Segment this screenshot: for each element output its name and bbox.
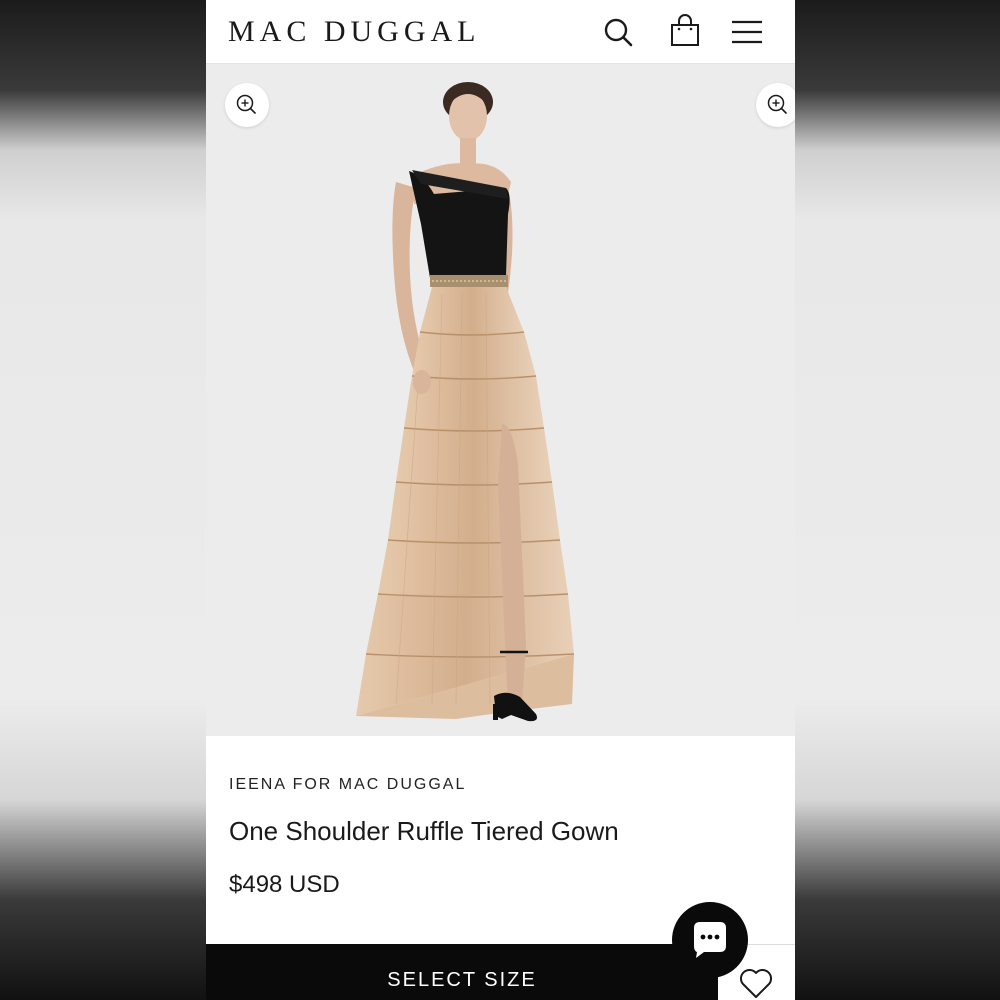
chat-bubble-icon: [694, 922, 726, 958]
shopping-bag-icon[interactable]: [665, 12, 705, 52]
product-page: MAC DUGGAL IEENA FOR MAC DUGGAL One Shou…: [206, 0, 795, 1000]
search-icon[interactable]: [598, 12, 638, 52]
product-image-gallery[interactable]: [206, 64, 795, 736]
brand-logo[interactable]: MAC DUGGAL: [228, 15, 481, 49]
product-brand: IEENA FOR MAC DUGGAL: [229, 776, 467, 793]
zoom-in-icon[interactable]: [225, 83, 269, 127]
product-price: $498 USD: [229, 871, 340, 898]
select-size-button[interactable]: SELECT SIZE: [206, 944, 718, 1000]
zoom-in-icon[interactable]: [756, 83, 795, 127]
product-title: One Shoulder Ruffle Tiered Gown: [229, 816, 619, 846]
site-header: MAC DUGGAL: [206, 0, 795, 64]
chat-button[interactable]: [672, 902, 748, 978]
menu-icon[interactable]: [727, 12, 767, 52]
product-image: [356, 82, 575, 722]
